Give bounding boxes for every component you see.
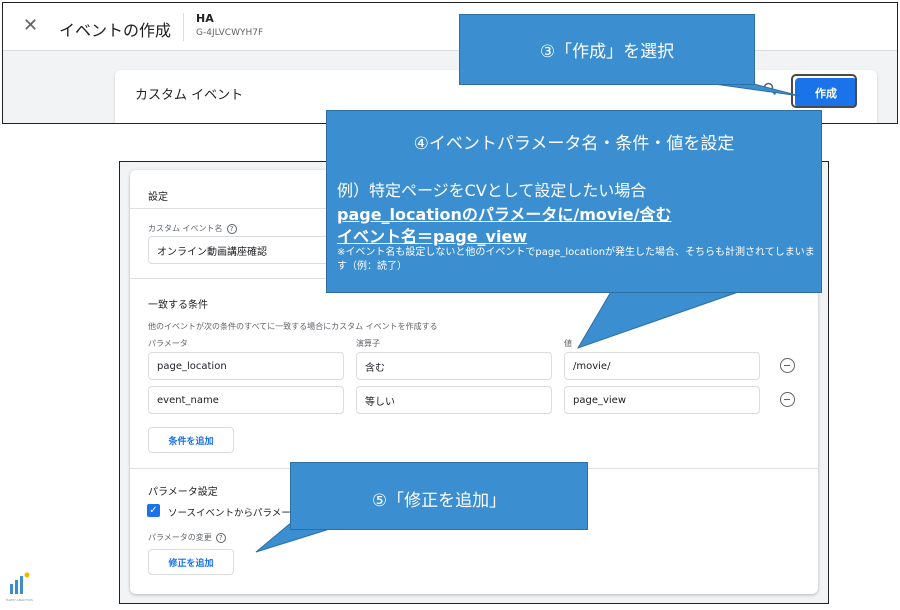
condition-value-input[interactable]: /movie/ bbox=[564, 352, 760, 380]
event-name-input[interactable]: オンライン動画講座確認 bbox=[148, 236, 348, 264]
property-id: G-4JLVCWYH7F bbox=[196, 28, 264, 38]
step4-line2: イベント名＝page_view bbox=[337, 227, 528, 246]
match-conditions-description: 他のイベントが次の条件のすべてに一致する場合にカスタム イベントを作成する bbox=[148, 322, 438, 331]
event-name-label-text: カスタム イベント名 bbox=[148, 224, 223, 233]
event-name-label: カスタム イベント名? bbox=[148, 223, 237, 234]
custom-event-title: カスタム イベント bbox=[135, 88, 244, 103]
logo-text: HAPPY ANALYTICS bbox=[6, 598, 33, 602]
happy-analytics-logo bbox=[6, 570, 34, 600]
remove-condition-icon[interactable] bbox=[780, 358, 795, 373]
search-icon[interactable] bbox=[763, 82, 777, 100]
condition-parameter-input[interactable]: event_name bbox=[148, 386, 344, 414]
help-icon[interactable]: ? bbox=[215, 532, 226, 543]
create-button[interactable]: 作成 bbox=[795, 78, 857, 108]
condition-value-input[interactable]: page_view bbox=[564, 386, 760, 414]
parameter-change-label-text: パラメータの変更 bbox=[148, 533, 212, 542]
dialog-header: ✕ イベントの作成 HA G-4JLVCWYH7F bbox=[3, 3, 897, 51]
step4-example: 例）特定ページをCVとして設定したい場合 bbox=[337, 181, 647, 200]
step5-callout: ⑤「修正を追加」 bbox=[290, 462, 588, 530]
step4-line1: page_locationのパラメータに/movie/含む bbox=[337, 205, 672, 224]
close-icon[interactable]: ✕ bbox=[23, 15, 38, 36]
settings-title: 設定 bbox=[148, 192, 168, 203]
column-header-parameter: パラメータ bbox=[148, 339, 188, 348]
step4-callout: ④イベントパラメータ名・条件・値を設定 例）特定ページをCVとして設定したい場合… bbox=[326, 110, 822, 293]
match-conditions-title: 一致する条件 bbox=[148, 300, 208, 311]
column-header-value: 値 bbox=[564, 339, 572, 348]
dialog-title: イベントの作成 bbox=[59, 21, 172, 40]
step3-callout: ③「作成」を選択 bbox=[459, 14, 755, 85]
top-screenshot: ✕ イベントの作成 HA G-4JLVCWYH7F カスタム イベント 作成 bbox=[2, 2, 898, 124]
condition-operator-select[interactable]: 等しい bbox=[356, 386, 552, 414]
help-icon[interactable]: ? bbox=[226, 223, 237, 234]
step4-note: ※イベント名も設定しないと他のイベントでpage_locationが発生した場合… bbox=[337, 247, 815, 272]
parameter-settings-title: パラメータ設定 bbox=[148, 487, 218, 498]
step4-title: ④イベントパラメータ名・条件・値を設定 bbox=[413, 134, 735, 154]
header-divider bbox=[183, 13, 184, 41]
copy-parameters-checkbox[interactable]: ✓ bbox=[147, 504, 160, 517]
step5-text: ⑤「修正を追加」 bbox=[371, 491, 507, 511]
parameter-change-label: パラメータの変更? bbox=[148, 532, 226, 543]
condition-parameter-input[interactable]: page_location bbox=[148, 352, 344, 380]
remove-condition-icon[interactable] bbox=[780, 392, 795, 407]
column-header-operator: 演算子 bbox=[356, 339, 380, 348]
add-modification-button[interactable]: 修正を追加 bbox=[148, 549, 234, 575]
add-condition-button[interactable]: 条件を追加 bbox=[148, 427, 234, 453]
step3-text: ③「作成」を選択 bbox=[539, 42, 675, 62]
condition-operator-select[interactable]: 含む bbox=[356, 352, 552, 380]
property-name: HA bbox=[196, 12, 214, 25]
